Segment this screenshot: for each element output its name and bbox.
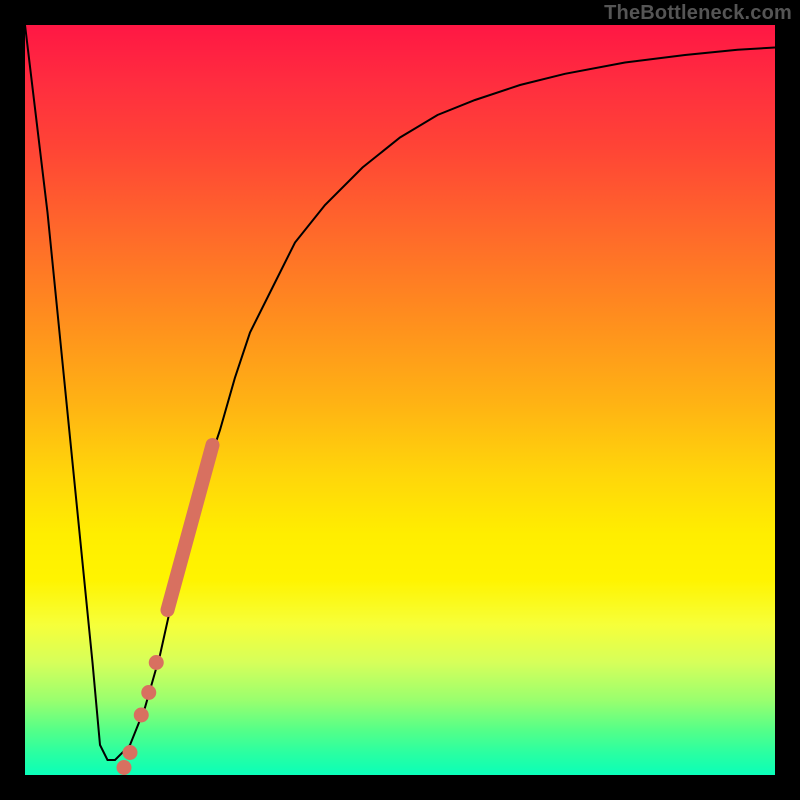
- marker-dot: [123, 746, 137, 760]
- marker-dot: [117, 761, 131, 775]
- marker-dot: [142, 686, 156, 700]
- chart-frame: TheBottleneck.com: [0, 0, 800, 800]
- bottleneck-curve: [25, 25, 775, 760]
- highlight-segment: [168, 445, 213, 610]
- watermark-text: TheBottleneck.com: [604, 2, 792, 25]
- marker-dots: [117, 656, 163, 775]
- marker-dot: [149, 656, 163, 670]
- marker-dot: [134, 708, 148, 722]
- plot-area: [25, 25, 775, 775]
- chart-overlay: [25, 25, 775, 775]
